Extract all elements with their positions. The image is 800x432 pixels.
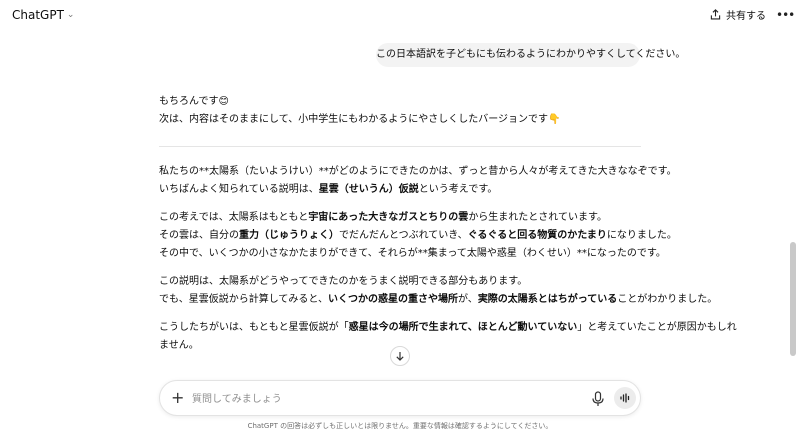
scrollbar-thumb[interactable] — [790, 242, 796, 356]
share-button[interactable]: 共有する — [710, 7, 766, 22]
p2-line-2: その雲は、自分の重力（じゅうりょく）でだんだんとつぶれていき、ぐるぐると回る物質… — [159, 230, 677, 241]
scroll-to-bottom-button[interactable] — [390, 346, 410, 366]
share-label: 共有する — [726, 11, 766, 22]
p1-line-1: 私たちの**太陽系（たいようけい）**がどのようにできたのかは、ずっと昔から人々… — [159, 166, 677, 177]
prompt-input[interactable] — [192, 389, 572, 409]
p3-line-2: でも、星雲仮説から計算してみると、いくつかの惑星の重さや場所が、実際の太陽系とは… — [159, 294, 718, 305]
arrow-down-icon — [396, 352, 404, 361]
top-bar: ChatGPT ⌄ 共有する ••• — [0, 0, 800, 34]
p4-line-2: ません。 — [159, 340, 199, 351]
voice-mode-button[interactable] — [614, 387, 636, 409]
more-icon[interactable]: ••• — [776, 8, 795, 22]
chevron-down-icon: ⌄ — [66, 10, 75, 20]
p2-line-1: この考えでは、太陽系はもともと宇宙にあった大きなガスとちりの雲から生まれたとされ… — [159, 212, 608, 223]
p3-line-1: この説明は、太陽系がどうやってできたのかをうまく説明できる部分もあります。 — [159, 276, 528, 287]
share-icon — [710, 9, 721, 20]
microphone-icon[interactable] — [590, 390, 606, 408]
p2-line-3: その中で、いくつかの小さなかたまりができて、それらが**集まって太陽や惑星（わく… — [159, 248, 666, 259]
disclaimer: ChatGPT の回答は必ずしも正しいとは限りません。重要な情報は確認するように… — [247, 422, 553, 430]
composer: + — [159, 380, 641, 416]
model-switcher[interactable]: ChatGPT ⌄ — [12, 8, 74, 22]
user-message: この日本語訳を子どもにも伝わるようにわかりやすくしてください。 — [376, 43, 685, 67]
model-name: ChatGPT — [12, 8, 64, 22]
divider — [159, 146, 641, 147]
plus-icon[interactable]: + — [171, 388, 184, 408]
voice-mode-icon — [620, 393, 630, 403]
p1-line-2: いちばんよく知られている説明は、星雲（せいうん）仮説という考えです。 — [159, 184, 498, 195]
intro-line-2: 次は、内容はそのままにして、小中学生にもわかるようにやさしくしたバージョンです👇 — [159, 114, 561, 125]
p4-line-1: こうしたちがいは、もともと星雲仮説が「惑星は今の場所で生まれて、ほとんど動いてい… — [159, 322, 737, 333]
intro-line-1: もちろんです😊 — [159, 96, 229, 107]
